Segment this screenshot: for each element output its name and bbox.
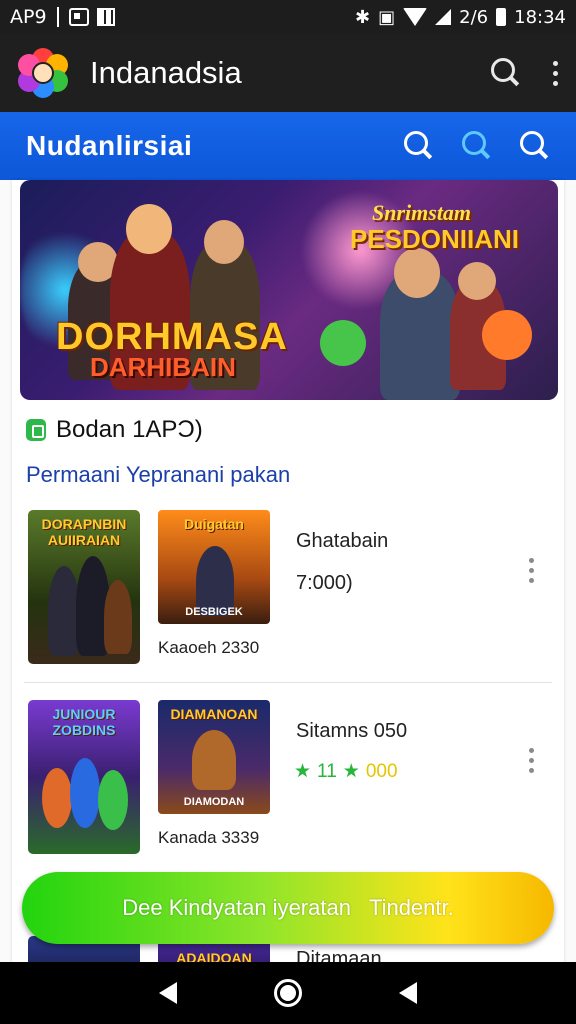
status-bar: AP9 ✱ ▣ 2/6 18:34 xyxy=(0,0,576,34)
hero-tagline-2: PESDONIIANI xyxy=(350,224,520,254)
divider xyxy=(24,682,552,683)
search-icon[interactable] xyxy=(491,58,521,88)
item-caption: Kanada 3339 xyxy=(158,828,260,847)
app-header: Indanadsia xyxy=(0,34,576,112)
rating-count: 000 xyxy=(365,760,398,782)
toolbar-title: Nudanlirsiai xyxy=(26,130,193,161)
item-price: 7:000) xyxy=(296,572,353,594)
game-thumbnail[interactable]: DORAPNBIN AUIIRAIAN xyxy=(28,510,140,664)
thumbnail-title: JUNIOUR ZOBDINS xyxy=(52,706,116,738)
qr-icon xyxy=(96,8,115,26)
system-nav-bar xyxy=(0,962,576,1024)
overflow-menu-icon[interactable] xyxy=(553,60,558,86)
hero-subtitle: DARHIBAIN xyxy=(90,352,236,382)
clock: 18:34 xyxy=(514,6,566,28)
battery-icon xyxy=(496,8,507,26)
cta-label-secondary: Tindentr. xyxy=(368,895,454,920)
section-header: Bodan 1APƆ) xyxy=(26,416,203,444)
search-secondary-icon[interactable] xyxy=(520,131,550,161)
game-thumbnail-2[interactable]: DIAMANOAN DIAMODAN xyxy=(158,700,270,814)
search-icon[interactable] xyxy=(404,131,434,161)
game-thumbnail[interactable]: JUNIOUR ZOBDINS xyxy=(28,700,140,854)
thumbnail-subtitle: DIAMODAN xyxy=(183,796,245,808)
status-separator xyxy=(56,7,59,27)
thumbnail-title: Duigatan xyxy=(184,516,244,532)
home-icon[interactable] xyxy=(273,979,302,1007)
network-label: 2/6 xyxy=(459,6,489,28)
content-area: DORHMASA DARHIBAIN Snrimstam PESDONIIANI… xyxy=(0,180,576,976)
item-name: Ghatabain xyxy=(296,530,389,552)
thumbnail-title: DORAPNBIN AUIIRAIAN xyxy=(41,516,127,548)
item-name: Sitamns 050 xyxy=(296,720,408,742)
nfc-icon: ▣ xyxy=(378,6,396,28)
search-alt-icon[interactable] xyxy=(462,131,492,161)
hero-tagline: Snrimstam xyxy=(372,200,472,225)
item-menu-icon[interactable] xyxy=(529,748,534,773)
bluetooth-icon: ✱ xyxy=(355,6,371,28)
section-icon xyxy=(26,419,46,441)
app-screen: AP9 ✱ ▣ 2/6 18:34 Indanadsia Nudanlirsia… xyxy=(0,0,576,1024)
content-card: DORHMASA DARHIBAIN Snrimstam PESDONIIANI… xyxy=(12,180,564,976)
game-thumbnail-2[interactable]: Duigatan DESBIGEK xyxy=(158,510,270,624)
item-menu-icon[interactable] xyxy=(529,558,534,583)
toolbar: Nudanlirsiai xyxy=(0,112,576,180)
wifi-icon xyxy=(403,8,428,26)
list-item[interactable]: DORAPNBIN AUIIRAIAN Duigatan DESBIGEK Ka… xyxy=(12,508,564,676)
list-item[interactable]: JUNIOUR ZOBDINS DIAMANOAN DIAMODAN Kanad… xyxy=(12,698,564,866)
cta-label: Dee Kindyatan iyeratan xyxy=(122,895,351,920)
rating-value: 11 xyxy=(317,760,337,782)
star-icon: ★ xyxy=(294,761,312,782)
app-logo-icon[interactable] xyxy=(18,48,68,98)
carrier-text: AP9 xyxy=(10,6,47,28)
thumbnail-subtitle: DESBIGEK xyxy=(185,606,243,618)
section-title: Bodan 1APƆ) xyxy=(56,416,203,443)
app-title: Indanadsia xyxy=(90,55,242,90)
item-rating: ★ 11 ★ 000 xyxy=(294,760,398,783)
thumbnail-title: DIAMANOAN xyxy=(170,706,258,722)
star-icon: ★ xyxy=(342,761,360,782)
back-icon[interactable] xyxy=(158,982,177,1004)
recents-icon[interactable] xyxy=(399,982,418,1004)
screenshot-icon xyxy=(68,8,89,26)
signal-icon xyxy=(435,9,452,25)
item-caption: Kaaoeh 2330 xyxy=(158,638,260,657)
section-link[interactable]: Permaani Yepranani pakan xyxy=(26,462,290,488)
hero-banner[interactable]: DORHMASA DARHIBAIN Snrimstam PESDONIIANI xyxy=(20,180,558,400)
primary-cta-button[interactable]: Dee Kindyatan iyeratan Tindentr. xyxy=(22,872,554,944)
